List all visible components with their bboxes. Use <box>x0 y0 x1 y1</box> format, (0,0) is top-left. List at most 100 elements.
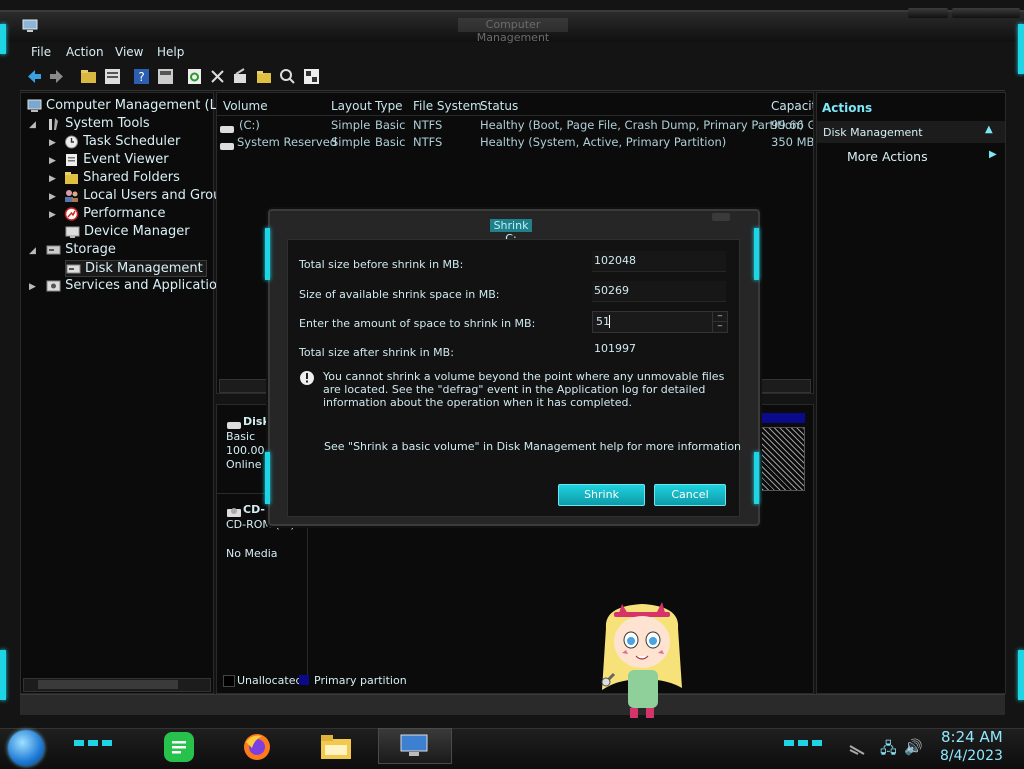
more-actions-item[interactable]: More Actions ▶ <box>817 146 1005 166</box>
tree-item-device-manager[interactable]: Device Manager <box>65 224 190 239</box>
tree-item-label: Performance <box>83 206 166 221</box>
status-bar <box>20 694 1005 715</box>
file-explorer-icon[interactable] <box>320 733 352 761</box>
close-button[interactable] <box>990 8 1020 18</box>
forward-icon[interactable] <box>48 68 65 85</box>
cell-status: Healthy (System, Active, Primary Partiti… <box>480 135 727 149</box>
tree-item-performance[interactable]: ▶ Performance <box>49 206 165 221</box>
cell-type: Basic <box>375 135 406 149</box>
selected-partition-hatch[interactable] <box>757 427 805 491</box>
minimize-button[interactable] <box>908 8 948 18</box>
messaging-app-icon[interactable] <box>164 732 194 762</box>
actions-section-disk-management[interactable]: Disk Management ▲ <box>817 121 1005 143</box>
tree-item-disk-management[interactable]: Disk Management <box>65 260 207 277</box>
clock-time[interactable]: 8:24 AM <box>941 728 1003 746</box>
collapse-arrow-icon[interactable]: ◢ <box>29 120 36 130</box>
frame-accent-left-bottom <box>0 650 6 700</box>
keyboard-icon[interactable] <box>848 741 866 755</box>
column-header-layout[interactable]: Layout <box>331 99 372 113</box>
column-header-volume[interactable]: Volume <box>223 99 268 113</box>
tree-root-label: Computer Management (Loc <box>46 98 232 113</box>
help-link-text[interactable]: See "Shrink a basic volume" in Disk Mana… <box>324 440 741 453</box>
menu-file[interactable]: File <box>31 45 51 59</box>
tree-item-system-tools[interactable]: ◢ System Tools <box>29 116 150 131</box>
tree-item-event-viewer[interactable]: ▶ Event Viewer <box>49 152 169 167</box>
properties-icon[interactable] <box>104 68 121 85</box>
services-icon <box>46 279 61 293</box>
tree-item-task-scheduler[interactable]: ▶ Task Scheduler <box>49 134 180 149</box>
cell-volume: (C:) <box>239 118 260 132</box>
column-header-type[interactable]: Type <box>375 99 403 113</box>
tree-item-services-applications[interactable]: ▶ Services and Applications <box>29 278 232 293</box>
search-icon[interactable] <box>279 68 296 85</box>
export-icon[interactable] <box>303 68 320 85</box>
clock-icon <box>64 135 79 149</box>
network-icon[interactable]: 🖧 <box>880 738 897 763</box>
open-icon[interactable] <box>256 68 273 85</box>
menu-action[interactable]: Action <box>66 45 104 59</box>
cdrom-info[interactable]: CD-R CD-ROM (E:) No Media <box>217 501 308 681</box>
column-header-capacity[interactable]: Capacity <box>771 99 813 113</box>
legend-primary-partition: Primary partition <box>314 674 407 687</box>
tree-item-label: Disk Management <box>85 261 203 276</box>
scrollbar-thumb[interactable] <box>38 680 178 689</box>
cdrom-state: No Media <box>226 547 278 560</box>
delete-icon[interactable] <box>209 68 226 85</box>
expand-arrow-icon[interactable]: ▶ <box>49 174 56 184</box>
expand-arrow-icon[interactable]: ▶ <box>49 210 56 220</box>
help-icon[interactable]: ? <box>133 68 150 85</box>
maximize-button[interactable] <box>952 8 992 18</box>
folder-up-icon[interactable] <box>80 68 97 85</box>
collapse-arrow-icon[interactable]: ◢ <box>29 246 36 256</box>
cancel-button[interactable]: Cancel <box>654 484 726 506</box>
performance-icon <box>64 206 79 221</box>
collapse-up-icon[interactable]: ▲ <box>985 124 993 135</box>
expand-arrow-icon[interactable]: ▶ <box>49 138 56 148</box>
cell-file-system: NTFS <box>413 135 443 149</box>
shrink-amount-input[interactable]: 51 <box>592 311 714 333</box>
expand-arrow-icon[interactable]: ▶ <box>49 156 56 166</box>
frame-accent-left <box>0 24 6 54</box>
column-header-file-system[interactable]: File System <box>413 99 482 113</box>
tree-item-label: Local Users and Grou <box>83 188 222 203</box>
tree-item-local-users[interactable]: ▶ Local Users and Grou <box>49 188 221 203</box>
start-button[interactable] <box>8 730 44 766</box>
dialog-accent-left-bottom <box>265 452 270 504</box>
back-icon[interactable] <box>26 68 43 85</box>
cell-volume: System Reserved <box>237 135 338 149</box>
cell-type: Basic <box>375 118 406 132</box>
tree-root[interactable]: Computer Management (Loc <box>27 98 232 113</box>
shrink-button[interactable]: Shrink <box>558 484 645 506</box>
expand-arrow-icon[interactable]: ▶ <box>29 282 36 292</box>
spinner-down-button[interactable]: − <box>712 321 728 333</box>
expand-arrow-icon[interactable]: ▶ <box>49 192 56 202</box>
refresh-icon[interactable] <box>186 68 203 85</box>
navigation-tree: Computer Management (Loc ◢ System Tools … <box>20 92 232 694</box>
dialog-close-button[interactable] <box>712 213 730 221</box>
storage-icon <box>46 243 61 257</box>
tree-item-label: Shared Folders <box>83 170 180 185</box>
menu-help[interactable]: Help <box>157 45 184 59</box>
tree-horizontal-scrollbar[interactable] <box>23 678 211 692</box>
taskbar-computer-management[interactable] <box>378 728 452 764</box>
clock-date[interactable]: 8/4/2023 <box>940 748 1003 764</box>
tree-item-storage[interactable]: ◢ Storage <box>29 242 116 257</box>
console-icon[interactable] <box>157 68 174 85</box>
cell-file-system: NTFS <box>413 118 443 132</box>
cell-layout: Simple <box>331 135 371 149</box>
tree-item-shared-folders[interactable]: ▶ Shared Folders <box>49 170 180 185</box>
firefox-icon[interactable] <box>242 732 272 762</box>
menu-view[interactable]: View <box>115 45 143 59</box>
table-row[interactable]: (C:) Simple Basic NTFS Healthy (Boot, Pa… <box>217 117 813 133</box>
wizard-icon[interactable] <box>232 68 249 85</box>
disk-name: Disk <box>243 415 270 428</box>
taskbar <box>0 728 1024 769</box>
table-row[interactable]: System Reserved Simple Basic NTFS Health… <box>217 134 813 150</box>
computer-management-icon[interactable] <box>22 18 38 32</box>
volume-icon[interactable]: 🔊 <box>904 738 923 756</box>
total-after-value: 101997 <box>594 342 636 355</box>
shared-folder-icon <box>64 171 79 185</box>
svg-text:?: ? <box>138 70 144 84</box>
column-header-status[interactable]: Status <box>480 99 518 113</box>
toolbar: ? <box>20 64 1005 91</box>
